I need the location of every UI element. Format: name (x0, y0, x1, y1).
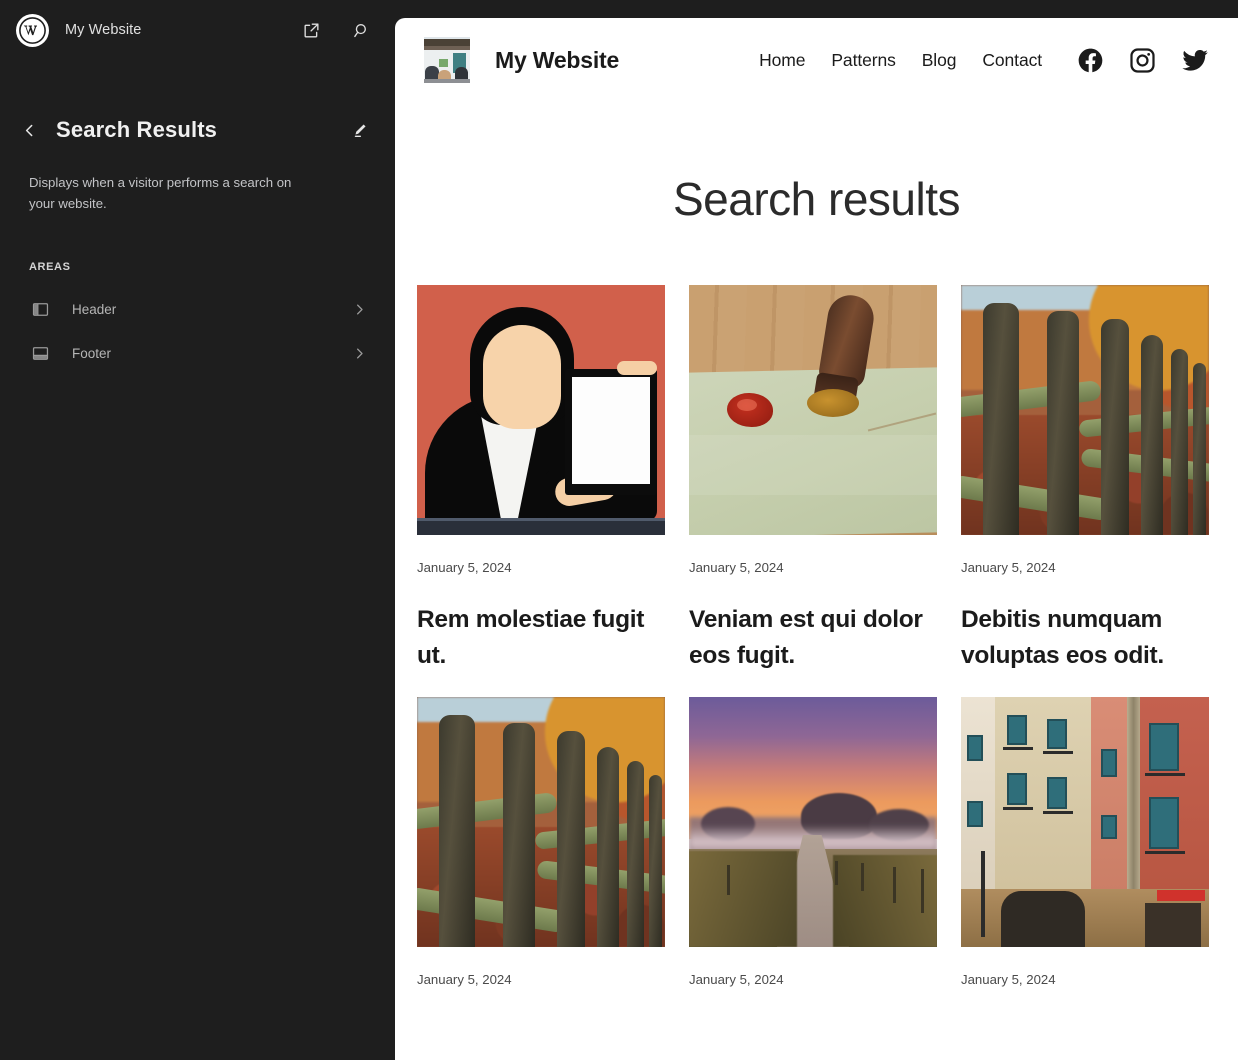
header-layout-icon (28, 297, 52, 321)
sidebar-item-label: Header (72, 302, 116, 317)
autumn-wooden-fence-photo[interactable] (417, 697, 665, 947)
post-card[interactable]: January 5, 2024 (689, 697, 937, 987)
chevron-left-icon[interactable] (12, 113, 46, 147)
nav-link-blog[interactable]: Blog (922, 50, 957, 71)
nav-link-patterns[interactable]: Patterns (831, 50, 895, 71)
post-date: January 5, 2024 (689, 560, 937, 575)
chevron-right-icon (352, 302, 367, 317)
external-link-icon[interactable] (295, 14, 327, 46)
areas-list: Header Footer (0, 287, 395, 375)
post-card[interactable]: January 5, 2024 (417, 697, 665, 987)
post-date: January 5, 2024 (417, 560, 665, 575)
post-date: January 5, 2024 (961, 560, 1209, 575)
search-icon[interactable] (345, 14, 377, 46)
autumn-wooden-fence-photo[interactable] (961, 285, 1209, 535)
facebook-icon[interactable] (1076, 46, 1105, 75)
post-card[interactable]: January 5, 2024 Veniam est qui dolor eos… (689, 285, 937, 673)
sidebar-site-name: My Website (65, 22, 141, 38)
posts-grid: January 5, 2024 Rem molestiae fugit ut. … (395, 285, 1238, 987)
post-date: January 5, 2024 (961, 972, 1209, 987)
site-navigation: Home Patterns Blog Contact (759, 45, 1210, 75)
areas-section-label: AREAS (0, 261, 395, 273)
post-card[interactable]: January 5, 2024 (961, 697, 1209, 987)
post-title[interactable]: Debitis numquam voluptas eos odit. (961, 602, 1209, 673)
nav-link-home[interactable]: Home (759, 50, 805, 71)
post-date: January 5, 2024 (417, 972, 665, 987)
nav-link-contact[interactable]: Contact (982, 50, 1042, 71)
post-title[interactable]: Rem molestiae fugit ut. (417, 602, 665, 673)
post-title[interactable]: Veniam est qui dolor eos fugit. (689, 602, 937, 673)
post-card[interactable]: January 5, 2024 Debitis numquam voluptas… (961, 285, 1209, 673)
sidebar-top-bar: My Website (0, 0, 395, 60)
twitter-icon[interactable] (1180, 45, 1210, 75)
footer-layout-icon (28, 341, 52, 365)
post-card[interactable]: January 5, 2024 Rem molestiae fugit ut. (417, 285, 665, 673)
colorful-building-facades-photo[interactable] (961, 697, 1209, 947)
businesswoman-illustration[interactable] (417, 285, 665, 535)
search-results-heading: Search results (395, 172, 1238, 226)
sidebar-item-header[interactable]: Header (12, 287, 377, 331)
pencil-icon[interactable] (343, 113, 377, 147)
social-links (1076, 45, 1210, 75)
wordpress-logo-icon[interactable] (16, 14, 49, 47)
instagram-icon[interactable] (1128, 46, 1157, 75)
template-description: Displays when a visitor performs a searc… (0, 172, 360, 214)
site-title: My Website (495, 47, 619, 74)
page-title: Search Results (56, 117, 217, 143)
site-editor-app: My Website (0, 0, 1238, 1060)
misty-sunrise-country-road-photo[interactable] (689, 697, 937, 947)
editor-sidebar: My Website (0, 0, 395, 1060)
chevron-right-icon (352, 346, 367, 361)
site-preview-canvas[interactable]: My Website Home Patterns Blog Contact (395, 18, 1238, 1060)
wax-seal-stamp-photo[interactable] (689, 285, 937, 535)
post-date: January 5, 2024 (689, 972, 937, 987)
editor-canvas-wrapper: My Website Home Patterns Blog Contact (395, 0, 1238, 1060)
sidebar-item-footer[interactable]: Footer (12, 331, 377, 375)
sidebar-item-label: Footer (72, 346, 111, 361)
site-header[interactable]: My Website Home Patterns Blog Contact (395, 18, 1238, 102)
site-logo-image[interactable] (424, 37, 470, 83)
sidebar-title-row: Search Results (0, 110, 395, 150)
sidebar-top-actions (295, 14, 377, 46)
